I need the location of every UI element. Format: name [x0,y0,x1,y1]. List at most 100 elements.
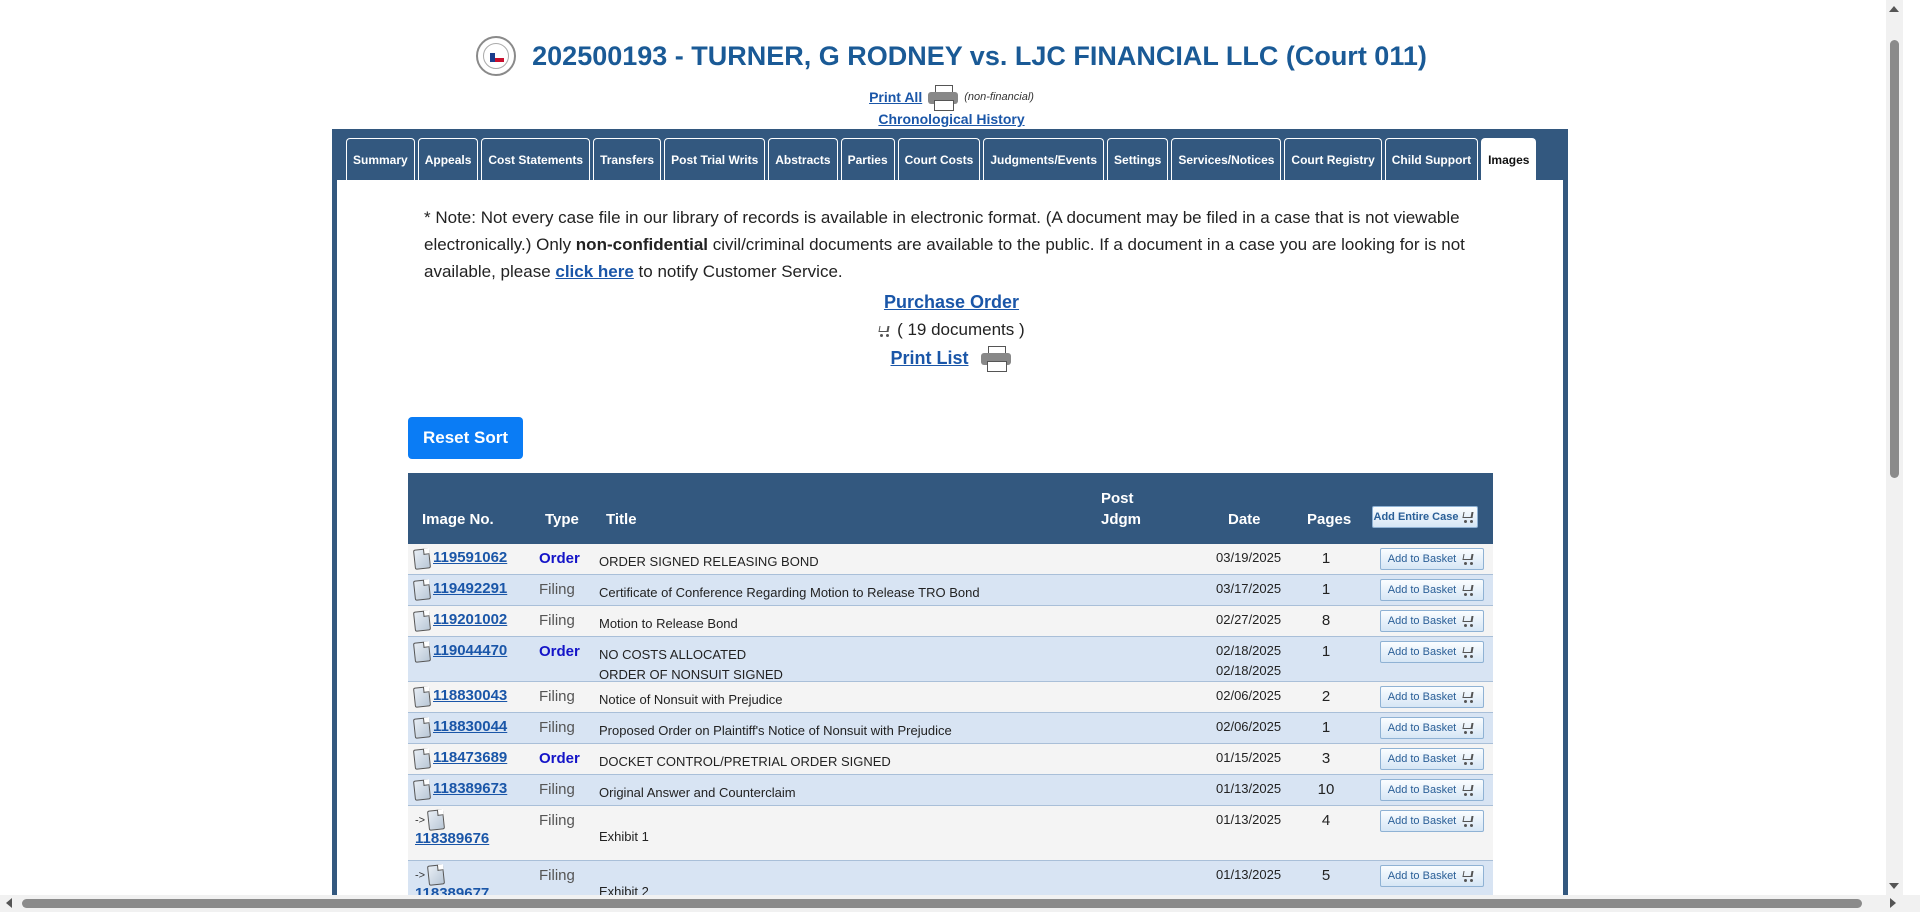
purchase-order-link[interactable]: Purchase Order [884,292,1019,312]
scroll-thumb-horizontal[interactable] [22,899,1862,908]
add-to-basket-button[interactable]: Add to Basket [1380,686,1484,708]
table-row: 119201002 Filing Motion to Release Bond 02/… [408,606,1493,637]
document-icon[interactable] [412,686,432,708]
printer-icon[interactable] [979,345,1013,372]
scroll-left-icon[interactable] [6,898,12,908]
table-row: 119044470 Order NO COSTS ALLOCATED ORDER OF… [408,637,1493,682]
vertical-scrollbar[interactable] [1886,0,1903,895]
print-list-link[interactable]: Print List [890,348,968,369]
date-cell: 03/17/2025 [1216,581,1282,596]
page-title: 202500193 - TURNER, G RODNEY vs. LJC FIN… [532,40,1427,71]
table-body: 119591062 Order ORDER SIGNED RELEASING BON… [408,544,1493,895]
image-number-link[interactable]: 118830044 [433,718,507,735]
pages-cell: 1 [1321,581,1331,598]
image-number-link[interactable]: 119201002 [433,611,507,628]
title-cell: NO COSTS ALLOCATED [599,647,747,662]
add-to-basket-button[interactable]: Add to Basket [1380,865,1484,887]
image-number-link[interactable]: 118389677 [415,885,489,895]
add-to-basket-button[interactable]: Add to Basket [1380,748,1484,770]
document-icon[interactable] [412,641,432,663]
non-financial-note: (non-financial) [964,91,1034,103]
date-cell: 01/15/2025 [1216,750,1282,765]
add-to-basket-button[interactable]: Add to Basket [1380,810,1484,832]
printer-icon[interactable] [926,84,960,111]
document-icon[interactable] [427,809,446,831]
date-cell: 02/27/2025 [1216,612,1282,627]
scroll-thumb[interactable] [1890,40,1899,478]
tab-cost-statements[interactable]: Cost Statements [481,138,591,181]
tab-images[interactable]: Images [1481,138,1537,181]
cart-icon [1462,691,1476,703]
image-number-link[interactable]: 118389673 [433,780,507,797]
cart-icon [878,325,892,337]
cart-icon [1462,511,1476,523]
document-icon[interactable] [412,779,432,801]
type-cell: Filing [539,867,575,884]
tab-post-trial-writs[interactable]: Post Trial Writs [664,138,766,181]
print-all-link[interactable]: Print All [869,89,922,105]
tab-transfers[interactable]: Transfers [593,138,662,181]
scroll-up-icon[interactable] [1889,6,1899,12]
col-date[interactable]: Date [1228,511,1261,528]
image-number-link[interactable]: 118830043 [433,687,507,704]
tab-abstracts[interactable]: Abstracts [768,138,838,181]
document-icon[interactable] [412,579,432,601]
type-cell: Order [539,750,580,767]
image-number-link[interactable]: 118473689 [433,749,507,766]
tab-child-support[interactable]: Child Support [1384,138,1479,181]
image-number-link[interactable]: 119591062 [433,549,507,566]
image-number-link[interactable]: 119492291 [433,580,507,597]
add-to-basket-button[interactable]: Add to Basket [1380,548,1484,570]
pages-cell: 1 [1321,719,1331,736]
table-row: 118830044 Filing Proposed Order on Plainti… [408,713,1493,744]
image-number-cell: 118389673 [412,779,507,801]
tab-court-costs[interactable]: Court Costs [897,138,981,181]
col-pages[interactable]: Pages [1307,511,1351,528]
title-cell: Proposed Order on Plaintiff's Notice of … [599,723,952,738]
add-entire-case-button[interactable]: Add Entire Case [1372,506,1478,528]
horizontal-scrollbar[interactable] [0,895,1920,912]
col-post[interactable]: Post [1101,490,1134,507]
col-jdgm[interactable]: Jdgm [1101,511,1141,528]
title-cell: Motion to Release Bond [599,616,738,631]
tab-services-notices[interactable]: Services/Notices [1171,138,1282,181]
type-cell: Order [539,550,580,567]
tab-judgments-events[interactable]: Judgments/Events [983,138,1105,181]
title-cell: Certificate of Conference Regarding Moti… [599,585,980,600]
add-to-basket-button[interactable]: Add to Basket [1380,610,1484,632]
page: 202500193 - TURNER, G RODNEY vs. LJC FIN… [0,0,1903,895]
col-image-no[interactable]: Image No. [422,511,494,528]
chronological-history-link[interactable]: Chronological History [878,111,1024,127]
click-here-link[interactable]: click here [555,262,633,281]
add-to-basket-button[interactable]: Add to Basket [1380,717,1484,739]
title-cell: ORDER OF NONSUIT SIGNED [599,667,783,682]
scroll-down-icon[interactable] [1889,883,1899,889]
table-header: Image No. Type Title Post Jdgm Date Page… [408,473,1493,544]
add-to-basket-button[interactable]: Add to Basket [1380,779,1484,801]
date-cell: 03/19/2025 [1216,550,1282,565]
pages-cell: 4 [1321,812,1331,829]
add-to-basket-button[interactable]: Add to Basket [1380,641,1484,663]
document-icon[interactable] [412,748,432,770]
tab-court-registry[interactable]: Court Registry [1284,138,1382,181]
tab-settings[interactable]: Settings [1107,138,1169,181]
add-to-basket-button[interactable]: Add to Basket [1380,579,1484,601]
purchase-order-row: Purchase Order [0,292,1903,313]
col-type[interactable]: Type [545,511,579,528]
image-number-link[interactable]: 119044470 [433,642,507,659]
reset-sort-button[interactable]: Reset Sort [408,417,523,459]
image-number-cell: 118830044 [412,717,507,739]
image-number-link[interactable]: 118389676 [415,830,489,847]
tab-appeals[interactable]: Appeals [417,138,479,181]
pages-cell: 1 [1321,550,1331,567]
table-row: 119492291 Filing Certificate of Conference… [408,575,1493,606]
scroll-right-icon[interactable] [1890,898,1896,908]
image-number-cell: -> 118389676 [415,809,489,847]
document-icon[interactable] [427,864,446,886]
tab-summary[interactable]: Summary [346,138,415,181]
col-title[interactable]: Title [606,511,637,528]
document-icon[interactable] [412,610,432,632]
document-icon[interactable] [412,717,432,739]
document-icon[interactable] [412,548,432,570]
tab-parties[interactable]: Parties [840,138,895,181]
